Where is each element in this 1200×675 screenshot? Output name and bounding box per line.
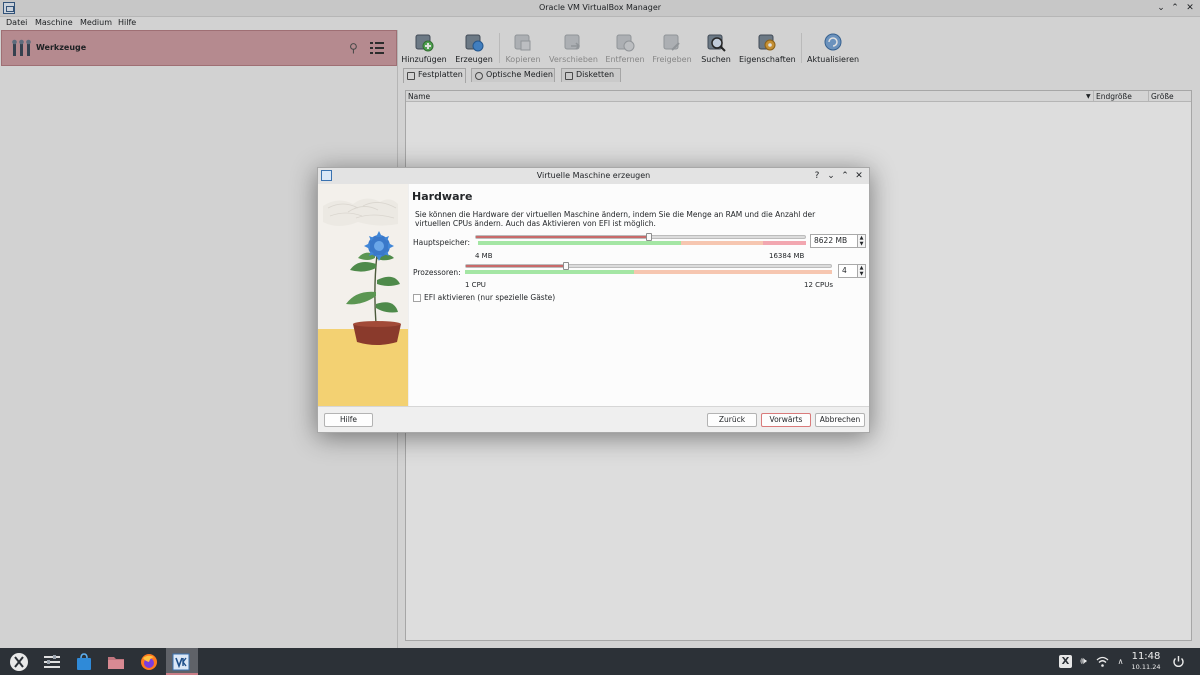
cancel-button[interactable]: Abbrechen: [815, 413, 865, 427]
processors-label: Prozessoren:: [413, 268, 461, 277]
clock-time: 11:48: [1131, 651, 1161, 662]
processors-slider-fill: [466, 265, 566, 267]
processors-max-label: 12 CPUs: [804, 281, 834, 289]
wizard-page-hardware: Hardware Sie können die Hardware der vir…: [409, 184, 869, 406]
memory-label: Hauptspeicher:: [413, 238, 471, 247]
processors-spinbox[interactable]: 4: [838, 264, 858, 278]
help-icon[interactable]: ?: [811, 169, 823, 183]
processors-min-label: 1 CPU: [465, 281, 486, 289]
page-heading: Hardware: [412, 190, 473, 203]
firefox-icon[interactable]: [139, 652, 159, 672]
memory-zones: [478, 241, 806, 245]
clock[interactable]: 11:48 10.11.24: [1130, 651, 1162, 671]
virtualbox-taskbar-icon[interactable]: [171, 652, 191, 672]
page-description: Sie können die Hardware der virtuellen M…: [415, 210, 816, 228]
processors-zones: [465, 270, 832, 274]
next-button[interactable]: Vorwärts: [761, 413, 811, 427]
wizard-illustration: [318, 184, 408, 406]
wifi-icon[interactable]: [1096, 655, 1109, 668]
processors-slider[interactable]: [465, 262, 832, 270]
help-button[interactable]: Hilfe: [324, 413, 373, 427]
efi-label[interactable]: EFI aktivieren (nur spezielle Gäste): [424, 293, 555, 302]
file-manager-icon[interactable]: [106, 652, 126, 672]
software-store-icon[interactable]: [74, 652, 94, 672]
back-button[interactable]: Zurück: [707, 413, 757, 427]
xfce-tray-icon[interactable]: X: [1059, 655, 1072, 668]
show-hidden-icons-icon[interactable]: ∧: [1114, 655, 1127, 668]
memory-slider-handle[interactable]: [646, 233, 652, 241]
memory-min-label: 4 MB: [475, 252, 493, 260]
processors-zone-safe: [465, 270, 634, 274]
close-icon[interactable]: ✕: [853, 169, 865, 183]
minimize-icon[interactable]: ⌄: [825, 169, 837, 183]
memory-zone-danger: [763, 241, 806, 245]
plant-illustration-icon: [318, 184, 408, 406]
maximize-icon[interactable]: ⌃: [839, 169, 851, 183]
start-menu-icon[interactable]: [9, 652, 29, 672]
dialog-button-bar: Hilfe Zurück Vorwärts Abbrechen: [318, 406, 869, 432]
memory-zone-warning: [681, 241, 764, 245]
dialog-titlebar[interactable]: Virtuelle Maschine erzeugen ? ⌄ ⌃ ✕: [318, 168, 869, 184]
processors-spin-arrows-icon[interactable]: ▲ ▼: [857, 264, 866, 278]
memory-max-label: 16384 MB: [769, 252, 805, 260]
settings-sliders-icon[interactable]: [42, 652, 62, 672]
efi-checkbox[interactable]: [413, 294, 421, 302]
memory-slider[interactable]: [475, 233, 806, 241]
memory-zone-safe: [478, 241, 682, 245]
create-vm-dialog: Virtuelle Maschine erzeugen ? ⌄ ⌃ ✕ Hard…: [317, 167, 870, 433]
dialog-title: Virtuelle Maschine erzeugen: [536, 171, 651, 180]
clock-date: 10.11.24: [1131, 663, 1161, 671]
power-icon[interactable]: [1172, 655, 1185, 668]
memory-spinbox[interactable]: 8622 MB: [810, 234, 858, 248]
memory-spin-arrows-icon[interactable]: ▲ ▼: [857, 234, 866, 248]
processors-zone-warning: [633, 270, 832, 274]
taskbar: X 🕪 ∧ 11:48 10.11.24: [0, 648, 1200, 675]
memory-slider-fill: [476, 236, 649, 238]
volume-icon[interactable]: 🕪: [1077, 655, 1090, 668]
processors-slider-handle[interactable]: [563, 262, 569, 270]
